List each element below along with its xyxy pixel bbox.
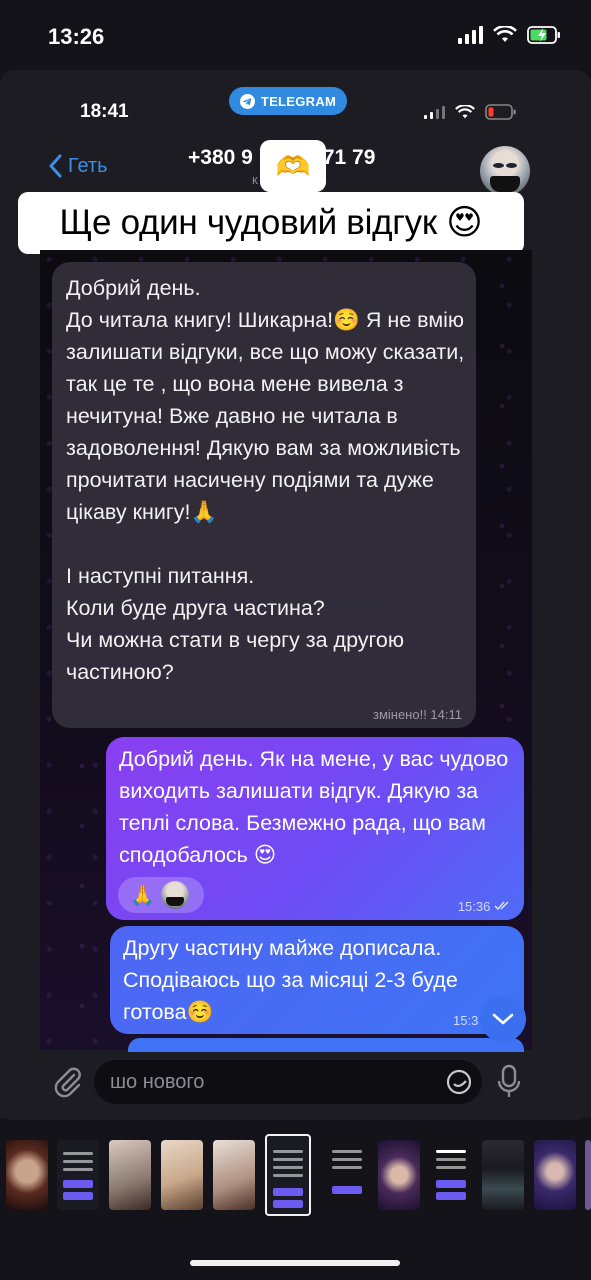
chat-subtitle: к	[252, 172, 258, 187]
pray-reaction-emoji: 🙏	[130, 884, 155, 907]
inner-status-icons	[424, 104, 517, 120]
status-time: 13:26	[48, 24, 105, 49]
message-text: Добрий день. До читала книгу! Шикарна!☺️…	[66, 276, 465, 684]
story-thumbnail[interactable]	[161, 1140, 203, 1210]
home-indicator	[190, 1260, 400, 1266]
story-thumbnail-strip	[0, 1134, 591, 1218]
message-time: 15:36	[457, 899, 491, 914]
incoming-message[interactable]: Добрий день. До читала книгу! Шикарна!☺️…	[52, 262, 476, 728]
outgoing-message-partial	[128, 1038, 524, 1052]
telegram-pill-label: TELEGRAM	[260, 93, 337, 109]
story-thumbnail[interactable]	[6, 1140, 48, 1210]
contact-avatar[interactable]	[480, 146, 530, 196]
outgoing-message[interactable]: Добрий день. Як на мене, у вас чудово ви…	[106, 737, 524, 920]
chat-title-end: 71 79	[322, 146, 376, 169]
telegram-icon	[239, 93, 255, 109]
telegram-return-pill[interactable]: TELEGRAM	[229, 87, 347, 115]
story-thumbnail[interactable]	[57, 1140, 99, 1210]
wifi-icon	[455, 104, 475, 118]
chat-title-start: +380 9	[188, 146, 253, 169]
story-thumbnail[interactable]	[213, 1140, 255, 1210]
message-meta: змінено!! 14:11	[372, 707, 462, 722]
story-thumbnail[interactable]	[109, 1140, 151, 1210]
story-thumbnail[interactable]	[378, 1140, 420, 1210]
paperclip-icon[interactable]	[52, 1066, 82, 1098]
reaction-avatar	[160, 881, 189, 909]
story-caption: Ще один чудовий відгук 😍	[18, 192, 524, 254]
story-thumbnail[interactable]	[430, 1140, 472, 1210]
back-button[interactable]: Геть	[48, 154, 108, 178]
story-thumbnail[interactable]	[534, 1140, 576, 1210]
battery-charging-icon	[527, 26, 560, 44]
message-reactions[interactable]: 🙏	[118, 877, 204, 913]
message-text: Добрий день. Як на мене, у вас чудово ви…	[119, 747, 509, 867]
chevron-left-icon	[49, 154, 62, 178]
signal-icon	[458, 26, 483, 44]
story-thumbnail-selected[interactable]	[265, 1134, 311, 1216]
signal-icon	[424, 105, 445, 119]
message-time: 15:3	[453, 1013, 479, 1028]
heart-hands-emoji-sticker: 🫶	[260, 140, 326, 192]
back-label: Геть	[68, 154, 108, 177]
message-input-placeholder: шо нового	[110, 1070, 205, 1093]
story-thumbnail[interactable]	[482, 1140, 524, 1210]
inner-status-time: 18:41	[80, 101, 129, 122]
sticker-icon[interactable]	[446, 1069, 472, 1095]
story-thumbnail[interactable]	[585, 1140, 591, 1210]
message-meta: 15:36	[458, 899, 512, 914]
outgoing-message[interactable]: Другу частину майже дописала. Сподіваюсь…	[110, 926, 524, 1034]
chevron-down-icon	[492, 1013, 514, 1025]
battery-low-icon	[485, 104, 516, 120]
scroll-down-button[interactable]	[480, 996, 526, 1042]
story-thumbnail[interactable]	[326, 1140, 368, 1210]
double-check-icon	[494, 901, 509, 911]
microphone-icon[interactable]	[497, 1064, 521, 1100]
wifi-icon	[493, 26, 517, 42]
message-input[interactable]: шо нового	[94, 1060, 482, 1104]
status-icons	[458, 26, 561, 44]
